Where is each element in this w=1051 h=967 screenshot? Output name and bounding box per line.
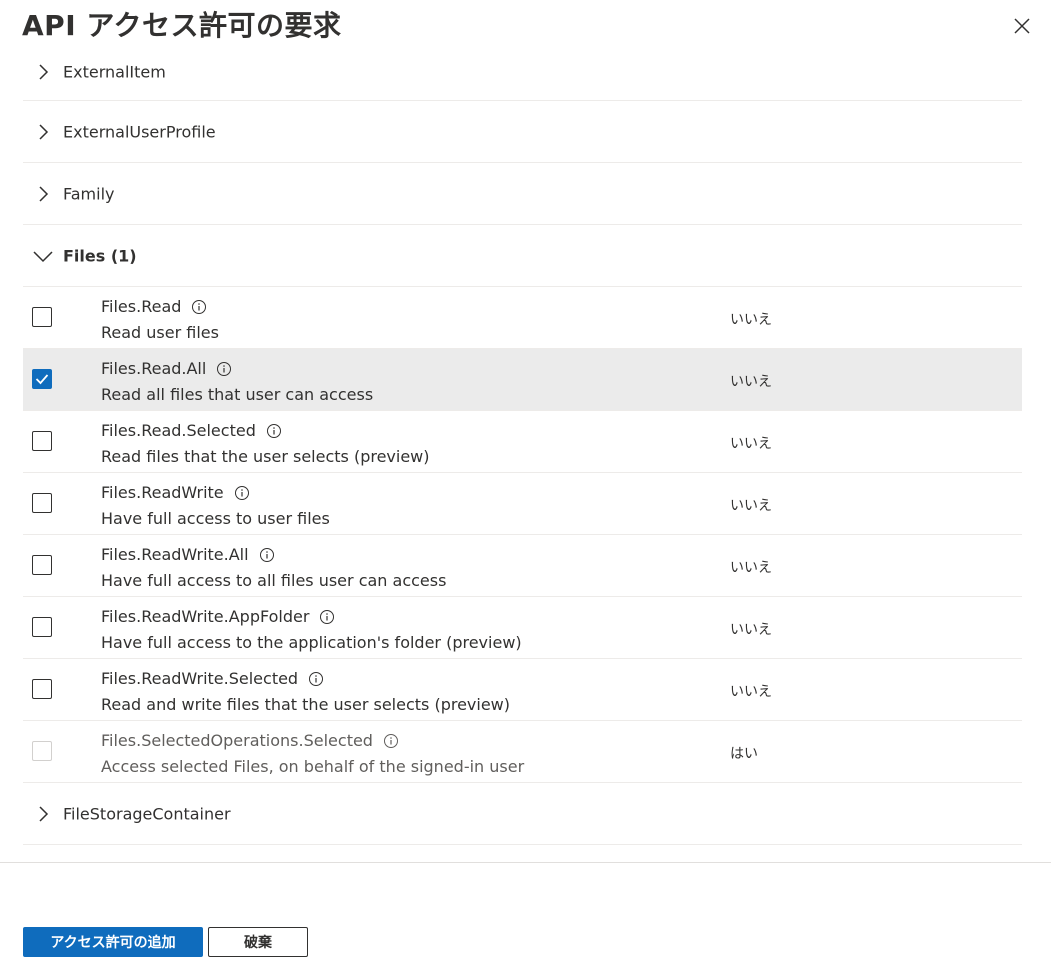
permission-name-wrap: Files.ReadWrite.All bbox=[101, 545, 275, 564]
group-row-externalitem[interactable]: ExternalItem bbox=[23, 48, 1022, 101]
permission-description: Have full access to the application's fo… bbox=[101, 633, 522, 652]
info-icon[interactable] bbox=[234, 485, 250, 501]
permission-row[interactable]: Files.Read.All Read all files that user … bbox=[23, 349, 1022, 411]
permission-name: Files.ReadWrite bbox=[101, 483, 224, 502]
info-icon[interactable] bbox=[216, 361, 232, 377]
permission-name: Files.ReadWrite.All bbox=[101, 545, 249, 564]
permission-checkbox[interactable] bbox=[32, 555, 52, 575]
permission-name: Files.SelectedOperations.Selected bbox=[101, 731, 373, 750]
permission-description: Read user files bbox=[101, 323, 219, 342]
permission-row[interactable]: Files.Read.Selected Read files that the … bbox=[23, 411, 1022, 473]
group-label: Files (1) bbox=[63, 246, 137, 265]
info-icon[interactable] bbox=[308, 671, 324, 687]
permission-name: Files.Read.All bbox=[101, 359, 207, 378]
permission-row[interactable]: Files.ReadWrite Have full access to user… bbox=[23, 473, 1022, 535]
chevron-right-icon bbox=[39, 185, 49, 202]
group-label: ExternalItem bbox=[63, 62, 166, 81]
close-icon bbox=[1014, 18, 1030, 34]
admin-consent-value: いいえ bbox=[730, 498, 772, 514]
permission-description: Read files that the user selects (previe… bbox=[101, 447, 430, 466]
permission-name-wrap: Files.ReadWrite.AppFolder bbox=[101, 607, 335, 626]
chevron-right-icon bbox=[39, 805, 49, 822]
admin-consent-value: いいえ bbox=[730, 560, 772, 576]
close-button[interactable] bbox=[1013, 17, 1031, 35]
group-label: ExternalUserProfile bbox=[63, 122, 216, 141]
info-icon[interactable] bbox=[266, 423, 282, 439]
group-row-files[interactable]: Files (1) bbox=[23, 225, 1022, 287]
permission-checkbox[interactable] bbox=[32, 431, 52, 451]
add-permissions-button[interactable]: アクセス許可の追加 bbox=[23, 927, 203, 957]
permission-row[interactable]: Files.Read Read user files いいえ bbox=[23, 287, 1022, 349]
permission-row[interactable]: Files.ReadWrite.Selected Read and write … bbox=[23, 659, 1022, 721]
group-row-family[interactable]: Family bbox=[23, 163, 1022, 225]
admin-consent-value: はい bbox=[730, 746, 758, 762]
admin-consent-value: いいえ bbox=[730, 684, 772, 700]
chevron-right-icon bbox=[39, 63, 49, 80]
info-icon[interactable] bbox=[191, 299, 207, 315]
info-icon[interactable] bbox=[319, 609, 335, 625]
permission-name: Files.Read bbox=[101, 297, 182, 316]
permission-name: Files.ReadWrite.AppFolder bbox=[101, 607, 310, 626]
group-row-externaluserprofile[interactable]: ExternalUserProfile bbox=[23, 101, 1022, 163]
permission-description: Access selected Files, on behalf of the … bbox=[101, 757, 525, 776]
permissions-list[interactable]: ExternalItem ExternalUserProfile Family … bbox=[0, 48, 1051, 862]
admin-consent-value: いいえ bbox=[730, 374, 772, 390]
permission-description: Have full access to user files bbox=[101, 509, 330, 528]
permission-name-wrap: Files.SelectedOperations.Selected bbox=[101, 731, 399, 750]
info-icon[interactable] bbox=[259, 547, 275, 563]
permission-name-wrap: Files.ReadWrite bbox=[101, 483, 250, 502]
permission-description: Read all files that user can access bbox=[101, 385, 374, 404]
checkmark-icon bbox=[35, 374, 49, 385]
permission-checkbox[interactable] bbox=[32, 493, 52, 513]
panel-title: API アクセス許可の要求 bbox=[22, 9, 342, 42]
chevron-down-icon bbox=[33, 250, 53, 262]
admin-consent-value: いいえ bbox=[730, 312, 772, 328]
footer-divider bbox=[0, 862, 1051, 863]
permission-name: Files.ReadWrite.Selected bbox=[101, 669, 299, 688]
permission-checkbox[interactable] bbox=[32, 617, 52, 637]
group-label: FileStorageContainer bbox=[63, 804, 231, 823]
group-row-filestoragecontainer[interactable]: FileStorageContainer bbox=[23, 783, 1022, 845]
permission-name-wrap: Files.ReadWrite.Selected bbox=[101, 669, 324, 688]
info-icon[interactable] bbox=[383, 733, 399, 749]
permission-row: Files.SelectedOperations.Selected Access… bbox=[23, 721, 1022, 783]
admin-consent-value: いいえ bbox=[730, 436, 772, 452]
permission-row[interactable]: Files.ReadWrite.All Have full access to … bbox=[23, 535, 1022, 597]
permission-description: Read and write files that the user selec… bbox=[101, 695, 510, 714]
permission-checkbox bbox=[32, 741, 52, 761]
group-label: Family bbox=[63, 184, 115, 203]
admin-consent-value: いいえ bbox=[730, 622, 772, 638]
permission-checkbox[interactable] bbox=[32, 307, 52, 327]
permission-name-wrap: Files.Read.Selected bbox=[101, 421, 282, 440]
discard-button[interactable]: 破棄 bbox=[208, 927, 308, 957]
chevron-right-icon bbox=[39, 123, 49, 140]
permission-name-wrap: Files.Read.All bbox=[101, 359, 232, 378]
permission-checkbox[interactable] bbox=[32, 369, 52, 389]
permission-name: Files.Read.Selected bbox=[101, 421, 256, 440]
permission-name-wrap: Files.Read bbox=[101, 297, 207, 316]
permission-description: Have full access to all files user can a… bbox=[101, 571, 447, 590]
permission-row[interactable]: Files.ReadWrite.AppFolder Have full acce… bbox=[23, 597, 1022, 659]
permission-checkbox[interactable] bbox=[32, 679, 52, 699]
